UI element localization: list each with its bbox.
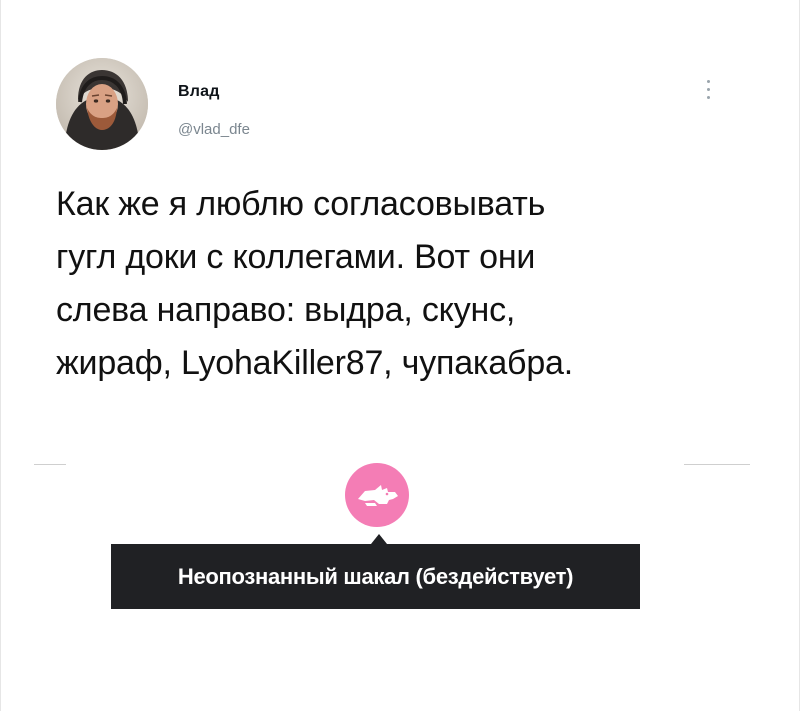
jackal-icon[interactable] xyxy=(345,463,409,527)
tweet-card: Влад @vlad_dfe Как же я люблю согласовыв… xyxy=(36,42,748,462)
collaborator-tooltip: Неопознанный шакал (бездействует) xyxy=(111,544,640,609)
author-name[interactable]: Влад xyxy=(178,83,220,101)
divider-left xyxy=(34,464,66,465)
tooltip-arrow xyxy=(371,534,387,544)
divider-right xyxy=(684,464,750,465)
author-handle[interactable]: @vlad_dfe xyxy=(178,121,250,138)
frame-border-left xyxy=(0,0,1,711)
tweet-text: Как же я люблю согласовывать гугл доки с… xyxy=(56,185,573,382)
user-photo-avatar[interactable] xyxy=(56,58,148,150)
more-vertical-icon[interactable] xyxy=(704,80,712,106)
